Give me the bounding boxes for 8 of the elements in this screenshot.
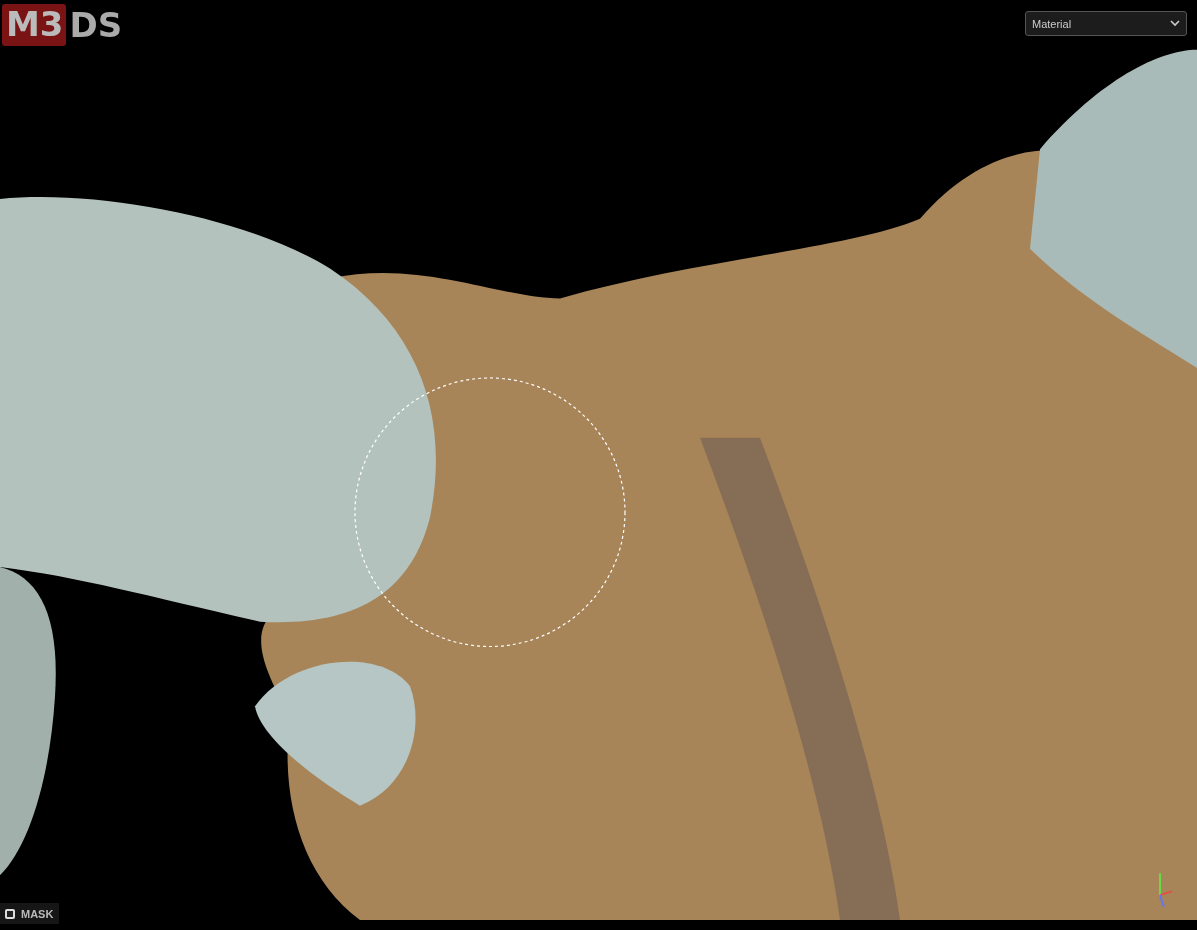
mask-checkbox[interactable]: [5, 908, 15, 919]
mask-label: MASK: [21, 907, 54, 920]
logo-text: DS: [68, 8, 123, 42]
logo-mark: M3: [2, 4, 66, 46]
mask-toggle[interactable]: MASK: [0, 903, 60, 924]
view-mode-dropdown[interactable]: Material: [1025, 11, 1187, 36]
axis-gizmo-icon: [1159, 872, 1173, 909]
chevron-down-icon: [1170, 20, 1180, 27]
